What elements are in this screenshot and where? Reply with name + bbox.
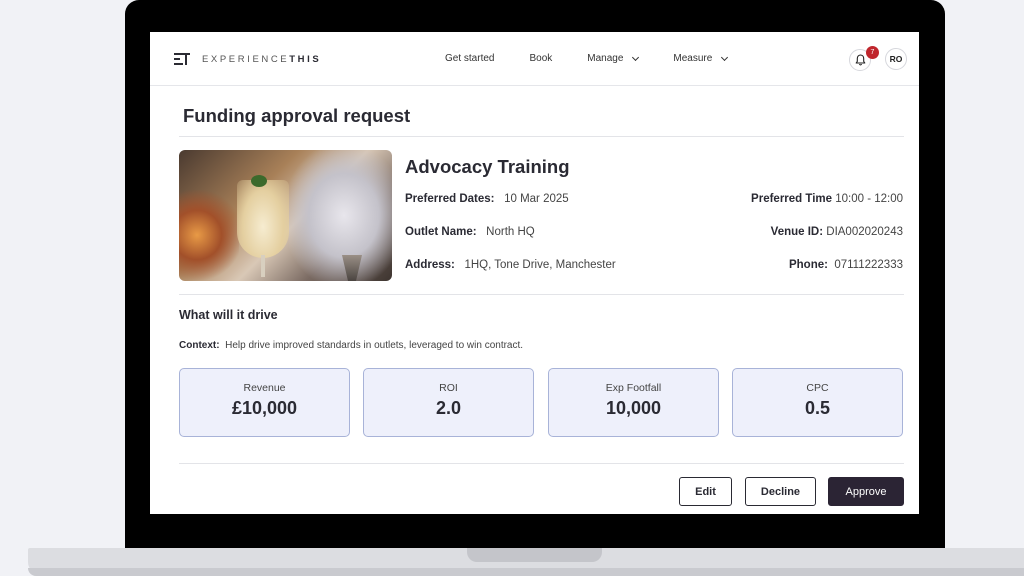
section-title: What will it drive [179, 308, 278, 322]
chevron-down-icon [721, 53, 729, 61]
phone: Phone: 07111222333 [788, 259, 903, 271]
decline-button[interactable]: Decline [745, 477, 816, 506]
metric-card-footfall: Exp Footfall 10,000 [548, 368, 719, 437]
preferred-dates: Preferred Dates: 10 Mar 2025 [405, 193, 569, 205]
nav-manage[interactable]: Manage [587, 53, 640, 64]
metric-card-revenue: Revenue £10,000 [179, 368, 350, 437]
nav-book[interactable]: Book [529, 53, 552, 64]
laptop-base-edge [28, 568, 1024, 576]
metric-label: Exp Footfall [605, 382, 662, 394]
preferred-time: Preferred Time 10:00 - 12:00 [751, 193, 903, 205]
laptop-notch [467, 548, 602, 562]
address: Address: 1HQ, Tone Drive, Manchester [405, 259, 616, 271]
bell-icon [855, 54, 865, 66]
brand-name: EXPERIENCETHIS [202, 53, 322, 65]
metric-card-cpc: CPC 0.5 [732, 368, 903, 437]
event-title: Advocacy Training [405, 156, 570, 177]
metric-value: 10,000 [605, 398, 662, 418]
top-navigation: EXPERIENCETHIS Get started Book Manage M… [150, 32, 919, 86]
chevron-down-icon [632, 53, 640, 61]
nav-measure[interactable]: Measure [673, 53, 729, 64]
metric-label: Revenue [243, 382, 286, 394]
divider [179, 463, 904, 464]
nav-get-started[interactable]: Get started [445, 53, 494, 64]
divider [179, 136, 904, 137]
metric-label: ROI [439, 382, 458, 394]
brand[interactable]: EXPERIENCETHIS [174, 52, 321, 66]
venue-id: Venue ID: DIA002020243 [770, 226, 903, 238]
event-image [179, 150, 392, 281]
metric-card-roi: ROI 2.0 [363, 368, 534, 437]
metric-value: 2.0 [435, 398, 462, 418]
user-avatar[interactable]: RO [885, 48, 907, 70]
app-screen: EXPERIENCETHIS Get started Book Manage M… [150, 32, 919, 514]
divider [179, 294, 904, 295]
context-text: Context: Help drive improved standards i… [179, 340, 524, 351]
edit-button[interactable]: Edit [679, 477, 732, 506]
nav-links: Get started Book Manage Measure [445, 53, 762, 64]
approve-button[interactable]: Approve [828, 477, 904, 506]
metric-value: 0.5 [804, 398, 831, 418]
metric-label: CPC [806, 382, 829, 394]
outlet-name: Outlet Name: North HQ [405, 226, 535, 238]
notification-count-badge: 7 [866, 46, 879, 59]
page-title: Funding approval request [183, 105, 411, 126]
metric-value: £10,000 [231, 398, 298, 418]
brand-logo-icon [174, 52, 190, 66]
